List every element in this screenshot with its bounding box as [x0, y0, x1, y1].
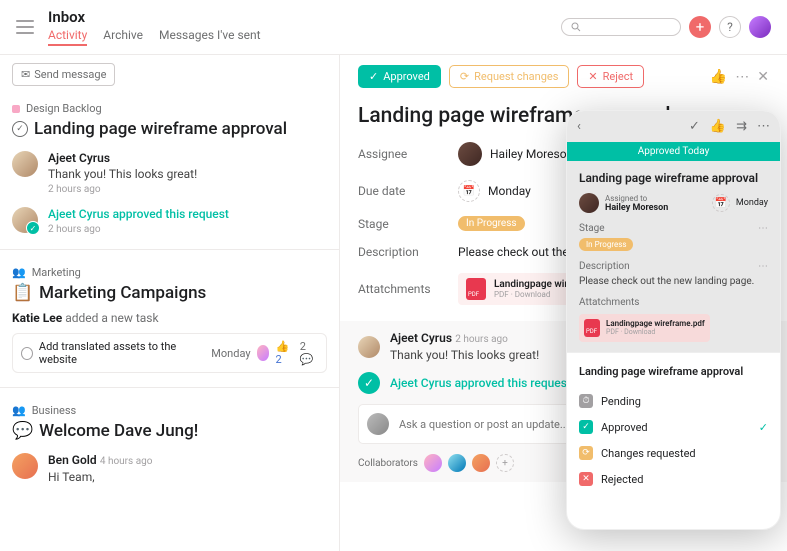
search-input[interactable] [561, 18, 681, 36]
app-header: Inbox Activity Archive Messages I've sen… [0, 0, 787, 55]
assignee-label: Assignee [358, 147, 458, 161]
comment-text: Hi Team, [48, 470, 327, 484]
comment-count[interactable]: 2 💬 [300, 340, 318, 366]
avatar [358, 336, 380, 358]
task-due: Monday [211, 347, 250, 360]
stage-label: Stage [358, 217, 458, 231]
calendar-icon: 📅 [712, 194, 730, 212]
check-icon[interactable]: ✓ [689, 119, 700, 134]
approval-icon [12, 121, 28, 137]
project-label: Design Backlog [12, 102, 327, 115]
status-sheet: Landing page wireframe approval ⏱Pending… [567, 352, 780, 504]
avatar [12, 151, 38, 177]
tab-sent[interactable]: Messages I've sent [159, 28, 261, 46]
avatar [579, 193, 599, 213]
more-icon[interactable]: ⋯ [758, 261, 768, 272]
send-message-button[interactable]: ✉ Send message [12, 63, 115, 86]
assignee-value[interactable]: Hailey Moreson [458, 142, 573, 166]
project-label: 👥Marketing [12, 266, 327, 279]
status-option-approved[interactable]: ✓Approved✓ [579, 414, 768, 440]
avatar [458, 142, 482, 166]
subtask-icon[interactable]: ⇉ [736, 119, 747, 134]
calendar-icon: 📅 [458, 180, 480, 202]
mobile-desc: Please check out the new landing page. [579, 276, 768, 287]
rejected-icon: ✕ [579, 472, 593, 486]
approved-button[interactable]: ✓ Approved [358, 65, 441, 88]
approved-banner: Approved Today [567, 142, 780, 161]
like-count[interactable]: 👍 2 [275, 340, 293, 366]
like-icon[interactable]: 👍 [710, 69, 727, 85]
approval-text: Ajeet Cyrus approved this request [48, 207, 327, 221]
avatar [12, 207, 38, 233]
selected-check-icon: ✓ [759, 421, 768, 434]
description-label: Description [358, 245, 458, 259]
comment-author: Ajeet Cyrus [48, 151, 327, 165]
check-circle-icon: ✓ [358, 372, 380, 394]
inbox-list: ✉ Send message Design Backlog Landing pa… [0, 55, 340, 551]
page-title: Inbox [48, 8, 561, 26]
inbox-approval[interactable]: Ajeet Cyrus approved this request 2 hour… [12, 207, 327, 235]
add-collaborator-icon[interactable]: + [496, 454, 514, 472]
attachment-item[interactable]: Landingpage wireframe.pdfPDF · Download [579, 314, 710, 342]
collaborator-avatar[interactable] [448, 454, 466, 472]
more-icon[interactable]: ⋯ [757, 119, 770, 134]
mobile-stage-label: Stage [579, 223, 605, 234]
collaborator-avatar[interactable] [424, 454, 442, 472]
due-date-label: Due date [358, 184, 458, 198]
collaborator-avatar[interactable] [472, 454, 490, 472]
inbox-item-title[interactable]: Landing page wireframe approval [12, 119, 327, 139]
more-icon[interactable]: ⋯ [735, 69, 749, 85]
avatar [367, 413, 389, 435]
mobile-preview: ‹ ✓ 👍 ⇉ ⋯ Approved Today Landing page wi… [566, 110, 781, 530]
sheet-title: Landing page wireframe approval [579, 365, 768, 378]
pending-icon: ⏱ [579, 394, 593, 408]
mobile-task-title: Landing page wireframe approval [579, 171, 768, 185]
changes-icon: ⟳ [579, 446, 593, 460]
stage-badge[interactable]: In Progress [458, 216, 525, 231]
user-avatar[interactable] [749, 16, 771, 38]
approved-icon: ✓ [579, 420, 593, 434]
inbox-comment[interactable]: Ben Gold 4 hours ago Hi Team, [12, 453, 327, 484]
more-icon[interactable]: ⋯ [758, 223, 768, 234]
tab-archive[interactable]: Archive [103, 28, 143, 46]
like-icon[interactable]: 👍 [710, 119, 726, 134]
inbox-item-title[interactable]: 💬 Welcome Dave Jung! [12, 421, 327, 441]
status-option-rejected[interactable]: ✕Rejected [579, 466, 768, 492]
close-icon[interactable]: ✕ [757, 69, 769, 85]
task-check-icon[interactable] [21, 347, 33, 360]
request-changes-button[interactable]: ⟳ Request changes [449, 65, 570, 88]
people-icon: 👥 [12, 266, 26, 279]
add-button[interactable]: + [689, 16, 711, 38]
comment-time: 2 hours ago [48, 224, 327, 235]
task-name: Add translated assets to the website [39, 340, 199, 366]
status-option-pending[interactable]: ⏱Pending [579, 388, 768, 414]
mobile-att-label: Attatchments [579, 297, 639, 308]
tab-activity[interactable]: Activity [48, 28, 87, 46]
avatar [12, 453, 38, 479]
activity-line: Katie Lee added a new task [12, 311, 327, 325]
due-date-value[interactable]: 📅Monday [458, 180, 531, 202]
people-icon: 👥 [12, 404, 26, 417]
stage-badge[interactable]: In Progress [579, 238, 633, 251]
project-color-icon [12, 105, 20, 113]
task-row[interactable]: Add translated assets to the website Mon… [12, 333, 327, 373]
comment-time: 4 hours ago [100, 456, 153, 467]
menu-icon[interactable] [16, 20, 34, 34]
reject-button[interactable]: ✕ Reject [577, 65, 644, 88]
comment-author: Ben Gold [48, 453, 97, 467]
attachments-label: Attatchments [358, 282, 458, 296]
pdf-icon [584, 319, 600, 337]
assignee-avatar [257, 345, 270, 361]
help-icon[interactable]: ? [719, 16, 741, 38]
inbox-item-title[interactable]: 📋 Marketing Campaigns [12, 283, 327, 303]
comment-text: Thank you! This looks great! [48, 167, 327, 181]
comment-time: 2 hours ago [48, 184, 327, 195]
pdf-icon [466, 278, 486, 300]
status-option-changes[interactable]: ⟳Changes requested [579, 440, 768, 466]
inbox-comment[interactable]: Ajeet Cyrus Thank you! This looks great!… [12, 151, 327, 195]
mobile-desc-label: Description [579, 261, 630, 272]
project-label: 👥Business [12, 404, 327, 417]
back-icon[interactable]: ‹ [577, 119, 581, 134]
